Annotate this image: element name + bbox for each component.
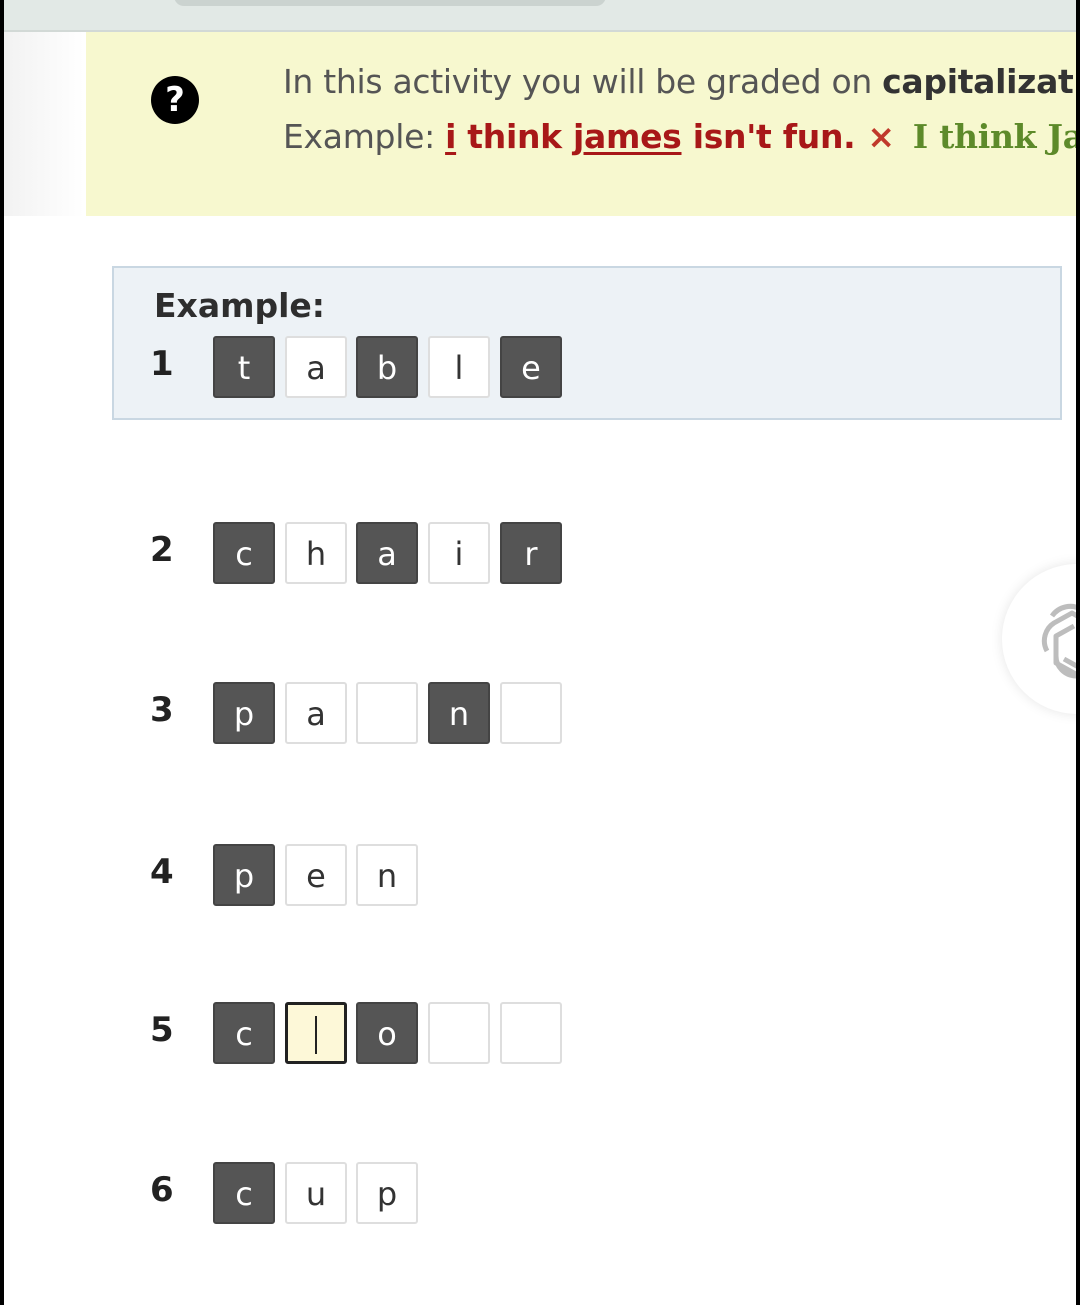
floating-assistant-button[interactable] bbox=[1002, 564, 1076, 714]
instructions-text: In this activity you will be graded on bbox=[283, 62, 883, 101]
text-cursor bbox=[315, 1016, 317, 1054]
letter-input-tile[interactable] bbox=[285, 1002, 347, 1064]
given-letter-tile: c bbox=[213, 522, 275, 584]
letter-input-tile[interactable]: u bbox=[285, 1162, 347, 1224]
letter-input-tile[interactable]: n bbox=[356, 844, 418, 906]
incorrect-word-james: james bbox=[573, 117, 682, 156]
letter-input-tile[interactable] bbox=[500, 682, 562, 744]
row-number: 1 bbox=[150, 344, 174, 384]
given-letter-tile: p bbox=[213, 682, 275, 744]
given-letter-tile: e bbox=[500, 336, 562, 398]
question-circle-icon[interactable]: ? bbox=[151, 76, 199, 124]
row-number: 4 bbox=[150, 852, 174, 892]
row-number: 5 bbox=[150, 1010, 174, 1050]
example-title: Example: bbox=[154, 286, 325, 325]
letter-input-tile[interactable] bbox=[500, 1002, 562, 1064]
given-letter-tile: a bbox=[356, 522, 418, 584]
row-number: 3 bbox=[150, 690, 174, 730]
example-line: Example: i think james isn't fun. × I thin… bbox=[283, 117, 1076, 156]
given-letter-tile: p bbox=[213, 844, 275, 906]
given-letter-tile: r bbox=[500, 522, 562, 584]
letter-input-tile[interactable]: i bbox=[428, 522, 490, 584]
letter-input-tile[interactable]: a bbox=[285, 682, 347, 744]
given-letter-tile: c bbox=[213, 1162, 275, 1224]
given-letter-tile: t bbox=[213, 336, 275, 398]
given-letter-tile: c bbox=[213, 1002, 275, 1064]
letter-input-tile[interactable]: h bbox=[285, 522, 347, 584]
top-bar bbox=[4, 0, 1076, 32]
row-number: 6 bbox=[150, 1170, 174, 1210]
incorrect-word-think: think bbox=[456, 117, 573, 156]
letter-input-tile[interactable] bbox=[356, 682, 418, 744]
given-letter-tile: o bbox=[356, 1002, 418, 1064]
instructions-line: In this activity you will be graded on c… bbox=[283, 62, 1076, 101]
letter-input-tile[interactable]: p bbox=[356, 1162, 418, 1224]
letter-input-tile[interactable]: e bbox=[285, 844, 347, 906]
wrong-x-icon: × bbox=[867, 117, 895, 156]
instructions-topic: capitalization bbox=[882, 62, 1076, 101]
instructions-banner: ? In this activity you will be graded on… bbox=[86, 32, 1076, 216]
given-letter-tile: n bbox=[428, 682, 490, 744]
correct-sentence: I think James isn't fun. bbox=[912, 117, 1076, 156]
incorrect-word-i: i bbox=[445, 117, 457, 156]
letter-input-tile[interactable]: a bbox=[285, 336, 347, 398]
openai-knot-icon bbox=[1041, 603, 1076, 679]
incorrect-sentence: i think james isn't fun. bbox=[445, 117, 856, 156]
activity-page: ? In this activity you will be graded on… bbox=[4, 0, 1076, 1305]
given-letter-tile: b bbox=[356, 336, 418, 398]
top-bar-tab[interactable] bbox=[174, 0, 606, 6]
row-number: 2 bbox=[150, 530, 174, 570]
letter-input-tile[interactable] bbox=[428, 1002, 490, 1064]
incorrect-sentence-rest: isn't fun. bbox=[681, 117, 856, 156]
example-label: Example: bbox=[283, 117, 446, 156]
left-gutter bbox=[4, 32, 84, 216]
letter-input-tile[interactable]: l bbox=[428, 336, 490, 398]
